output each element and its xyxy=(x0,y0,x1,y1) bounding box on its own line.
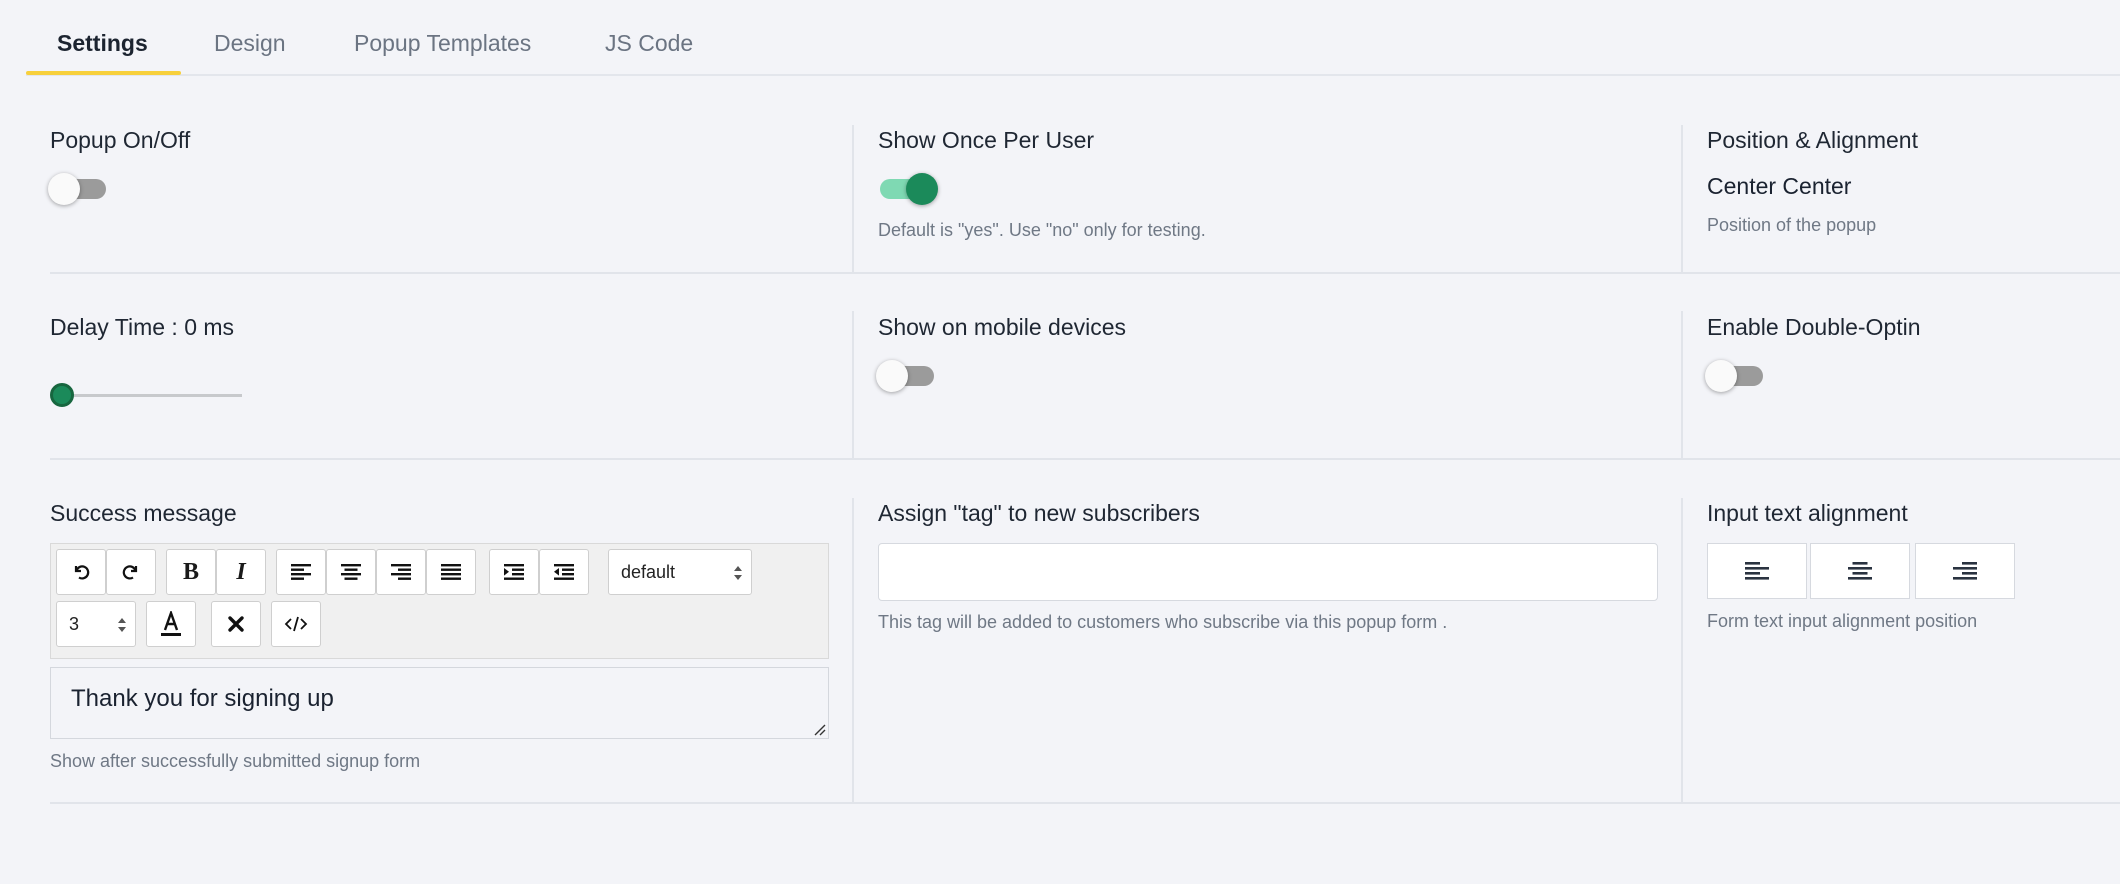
column-divider xyxy=(852,498,854,802)
resize-grip-icon[interactable] xyxy=(812,722,826,736)
redo-icon xyxy=(122,565,138,580)
tab-settings[interactable]: Settings xyxy=(57,30,148,57)
italic-button[interactable]: I xyxy=(216,549,266,595)
align-justify-icon xyxy=(441,564,461,580)
delay-time-slider[interactable] xyxy=(50,381,244,409)
double-optin-toggle[interactable] xyxy=(1705,359,1767,393)
undo-icon xyxy=(74,565,90,580)
italic-icon: I xyxy=(236,558,246,585)
align-center-icon xyxy=(341,564,361,580)
double-optin-label: Enable Double-Optin xyxy=(1707,314,1921,340)
assign-tag-input[interactable] xyxy=(878,543,1658,601)
success-message-editor[interactable]: Thank you for signing up xyxy=(50,667,829,739)
indent-button[interactable] xyxy=(489,549,539,595)
align-justify-button[interactable] xyxy=(426,549,476,595)
success-message-label: Success message xyxy=(50,500,237,526)
select-arrows-icon xyxy=(118,618,126,632)
success-message-content: Thank you for signing up xyxy=(71,685,334,712)
tab-bar: Settings Design Popup Templates JS Code xyxy=(26,0,2120,76)
assign-tag-help: This tag will be added to customers who … xyxy=(878,612,1448,632)
active-tab-indicator xyxy=(26,71,181,75)
toggle-knob xyxy=(876,360,908,392)
position-help: Position of the popup xyxy=(1707,215,1877,235)
code-view-button[interactable] xyxy=(271,601,321,647)
input-align-left-button[interactable] xyxy=(1707,543,1807,599)
toggle-knob xyxy=(48,173,80,205)
tab-design[interactable]: Design xyxy=(214,30,286,57)
font-family-select-value: default xyxy=(621,561,676,582)
align-center-button[interactable] xyxy=(326,549,376,595)
show-once-label: Show Once Per User xyxy=(878,127,1095,153)
show-mobile-label: Show on mobile devices xyxy=(878,314,1127,340)
toggle-knob xyxy=(1705,360,1737,392)
row-divider xyxy=(50,802,2120,804)
align-left-icon xyxy=(1745,562,1769,580)
input-alignment-help: Form text input alignment position xyxy=(1707,611,1978,631)
show-once-toggle[interactable] xyxy=(876,172,938,206)
text-color-button[interactable] xyxy=(146,601,196,647)
delay-time-label: Delay Time : 0 ms xyxy=(50,314,235,340)
input-alignment-label: Input text alignment xyxy=(1707,500,1908,526)
success-message-help: Show after successfully submitted signup… xyxy=(50,751,421,771)
position-value[interactable]: Center Center xyxy=(1707,173,1851,200)
tab-js-code[interactable]: JS Code xyxy=(605,30,693,57)
slider-thumb[interactable] xyxy=(50,383,74,407)
slider-rail xyxy=(62,394,242,397)
bold-icon: B xyxy=(182,558,199,585)
align-right-icon xyxy=(1953,562,1977,580)
align-right-button[interactable] xyxy=(376,549,426,595)
column-divider xyxy=(1681,311,1683,458)
row-divider xyxy=(50,458,2120,460)
outdent-button[interactable] xyxy=(539,549,589,595)
position-label: Position & Alignment xyxy=(1707,127,1918,153)
align-center-icon xyxy=(1848,562,1872,580)
column-divider xyxy=(1681,498,1683,802)
align-left-button[interactable] xyxy=(276,549,326,595)
undo-button[interactable] xyxy=(56,549,106,595)
tab-popup-templates[interactable]: Popup Templates xyxy=(354,30,531,57)
code-view-icon xyxy=(284,616,308,632)
show-mobile-toggle[interactable] xyxy=(876,359,938,393)
font-size-select[interactable]: 3 xyxy=(56,601,136,647)
popup-onoff-label: Popup On/Off xyxy=(50,127,191,153)
indent-icon xyxy=(504,564,524,580)
align-right-icon xyxy=(391,564,411,580)
select-arrows-icon xyxy=(734,566,742,580)
column-divider xyxy=(852,125,854,272)
toggle-knob xyxy=(906,173,938,205)
row-divider xyxy=(50,272,2120,274)
editor-toolbar: B I default 3 xyxy=(50,543,829,659)
font-family-select[interactable]: default xyxy=(608,549,752,595)
redo-button[interactable] xyxy=(106,549,156,595)
input-align-center-button[interactable] xyxy=(1810,543,1910,599)
clear-format-button[interactable] xyxy=(211,601,261,647)
clear-format-icon xyxy=(228,616,244,632)
column-divider xyxy=(1681,125,1683,272)
align-left-icon xyxy=(291,564,311,580)
bold-button[interactable]: B xyxy=(166,549,216,595)
assign-tag-label: Assign "tag" to new subscribers xyxy=(878,500,1200,526)
text-color-icon xyxy=(161,611,181,636)
outdent-icon xyxy=(554,564,574,580)
popup-onoff-toggle[interactable] xyxy=(48,172,110,206)
font-size-select-value: 3 xyxy=(69,613,80,634)
show-once-help: Default is "yes". Use "no" only for test… xyxy=(878,220,1206,240)
input-align-right-button[interactable] xyxy=(1915,543,2015,599)
column-divider xyxy=(852,311,854,458)
